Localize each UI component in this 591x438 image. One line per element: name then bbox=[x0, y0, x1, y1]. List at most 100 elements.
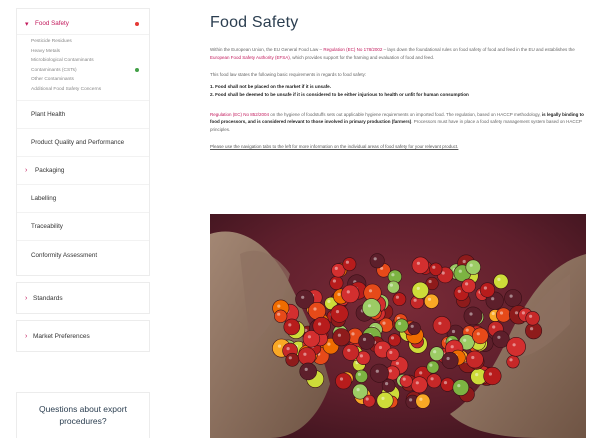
cherry-highlight bbox=[390, 336, 395, 340]
coffee-cherry bbox=[465, 350, 484, 369]
sidebar-subitem-contaminants[interactable]: Contaminants (CSTs) bbox=[31, 66, 149, 76]
coffee-cherry bbox=[525, 311, 540, 326]
coffee-cherry bbox=[354, 369, 368, 383]
efsa-link[interactable]: European Food Safety Authority (EFSA) bbox=[210, 55, 290, 60]
export-questions-box[interactable]: Questions about export procedures? bbox=[16, 392, 150, 438]
coffee-cherry bbox=[465, 259, 481, 275]
cherry-highlight bbox=[462, 259, 466, 264]
cherry-highlight bbox=[375, 369, 379, 373]
coffee-cherry bbox=[283, 318, 301, 336]
cherry-highlight bbox=[335, 310, 340, 314]
cherry-highlight bbox=[483, 286, 487, 290]
list-item: 2. Food shall be deemed to be unsafe if … bbox=[210, 91, 469, 97]
cherry-highlight bbox=[451, 329, 456, 334]
cherry-highlight bbox=[367, 304, 372, 308]
cherry-highlight bbox=[471, 355, 475, 360]
cherry-highlight bbox=[419, 397, 423, 401]
cherry-highlight bbox=[395, 361, 399, 365]
sidebar-item-labelling[interactable]: Labelling bbox=[17, 185, 149, 213]
cherry-highlight bbox=[389, 283, 393, 287]
cherry-highlight bbox=[413, 298, 417, 302]
regulation-178-link[interactable]: Regulation (EC) No 178/2002 bbox=[323, 47, 382, 52]
sidebar-item-food-safety[interactable]: ▾ Food Safety bbox=[17, 13, 149, 35]
sidebar-item-packaging[interactable]: › Packaging bbox=[17, 157, 149, 185]
regulation-852-link[interactable]: Regulation (EC) No 852/2004 bbox=[210, 112, 269, 117]
sidebar-section-market-preferences[interactable]: › Market Preferences bbox=[16, 320, 150, 352]
cherry-highlight bbox=[429, 363, 433, 367]
cherry-highlight bbox=[499, 311, 504, 315]
sidebar-section-standards[interactable]: › Standards bbox=[16, 282, 150, 314]
sidebar-item-plant-health[interactable]: Plant Health bbox=[17, 101, 149, 129]
sidebar-subitem-other[interactable]: Other Contaminants bbox=[31, 75, 149, 85]
cherry-highlight bbox=[433, 350, 437, 354]
cherry-highlight bbox=[334, 266, 338, 270]
cherry-highlight bbox=[327, 299, 331, 303]
sidebar-subitem-additional[interactable]: Additional Food Safety Concerns bbox=[31, 85, 149, 95]
coffee-cherry bbox=[297, 347, 316, 366]
cherry-highlight bbox=[530, 327, 534, 331]
coffee-cherry bbox=[399, 374, 413, 388]
cherry-highlight bbox=[304, 367, 308, 371]
cherry-highlight bbox=[458, 269, 462, 273]
coffee-cherry bbox=[411, 256, 430, 275]
cherry-highlight bbox=[332, 279, 336, 283]
cherry-highlight bbox=[416, 261, 420, 265]
coffee-cherry bbox=[504, 289, 523, 308]
cherry-highlight bbox=[346, 290, 350, 294]
cherry-highlight bbox=[419, 371, 423, 375]
coffee-cherry bbox=[329, 275, 344, 290]
coffee-cherry bbox=[299, 362, 317, 381]
cherry-highlight bbox=[362, 337, 367, 341]
cherry-highlight bbox=[465, 328, 469, 332]
cherry-highlight bbox=[318, 322, 322, 326]
paragraph-navigation-hint: Please use the navigation tabs to the le… bbox=[210, 144, 459, 149]
main-content: Food Safety Within the European Union, t… bbox=[210, 10, 584, 161]
list-item: 1. Food shall not be placed on the marke… bbox=[210, 83, 331, 89]
cherry-highlight bbox=[388, 369, 392, 373]
sidebar-item-product-quality[interactable]: Product Quality and Performance bbox=[17, 129, 149, 157]
coffee-cherry bbox=[386, 347, 400, 362]
coffee-cherry bbox=[392, 292, 407, 306]
sidebar-subitem-microbiological[interactable]: Microbiological Contaminants bbox=[31, 56, 149, 66]
cherry-highlight bbox=[385, 382, 389, 386]
sidebar-subitem-pesticide[interactable]: Pesticide Residues bbox=[31, 37, 149, 47]
cherry-highlight bbox=[277, 304, 281, 308]
coffee-cherry bbox=[426, 373, 442, 389]
coffee-cherry bbox=[495, 307, 511, 323]
coffee-cherry bbox=[335, 372, 352, 390]
cherry-highlight bbox=[491, 297, 495, 301]
cherry-highlight bbox=[307, 335, 311, 339]
cherry-highlight bbox=[327, 342, 331, 346]
cherry-highlight bbox=[301, 295, 305, 299]
status-dot-icon bbox=[135, 68, 139, 73]
cherry-highlight bbox=[430, 377, 434, 381]
coffee-cherry bbox=[330, 304, 349, 323]
sidebar-item-traceability[interactable]: Traceability bbox=[17, 213, 149, 241]
coffee-cherry bbox=[410, 376, 428, 394]
chevron-right-icon: › bbox=[25, 294, 28, 302]
coffee-cherry bbox=[506, 337, 526, 357]
cherry-highlight bbox=[395, 295, 399, 299]
cherry-highlight bbox=[356, 388, 360, 392]
cherry-highlight bbox=[529, 314, 533, 318]
cherry-highlight bbox=[457, 384, 461, 388]
cherry-highlight bbox=[514, 311, 519, 315]
coffee-cherry bbox=[471, 327, 489, 345]
coffee-cherry bbox=[312, 316, 331, 336]
coffee-cherry bbox=[441, 352, 459, 370]
coffee-cherry bbox=[463, 306, 483, 326]
sidebar-item-conformity[interactable]: Conformity Assessment bbox=[17, 241, 149, 269]
cherry-highlight bbox=[368, 289, 373, 293]
cherry-highlight bbox=[512, 343, 516, 347]
coffee-cherry bbox=[362, 298, 382, 318]
coffee-cherry bbox=[452, 379, 470, 396]
sidebar: ▾ Food Safety Pesticide Residues Heavy M… bbox=[16, 8, 150, 358]
cherry-highlight bbox=[475, 373, 479, 377]
sidebar-subitem-heavy-metals[interactable]: Heavy Metals bbox=[31, 47, 149, 57]
cta-title: Questions about export bbox=[39, 404, 127, 414]
cherry-highlight bbox=[365, 397, 369, 401]
cherry-highlight bbox=[491, 311, 495, 316]
cherry-highlight bbox=[416, 286, 420, 290]
cherry-highlight bbox=[410, 324, 414, 328]
paragraph-intro: Within the European Union, the EU Genera… bbox=[210, 47, 575, 60]
